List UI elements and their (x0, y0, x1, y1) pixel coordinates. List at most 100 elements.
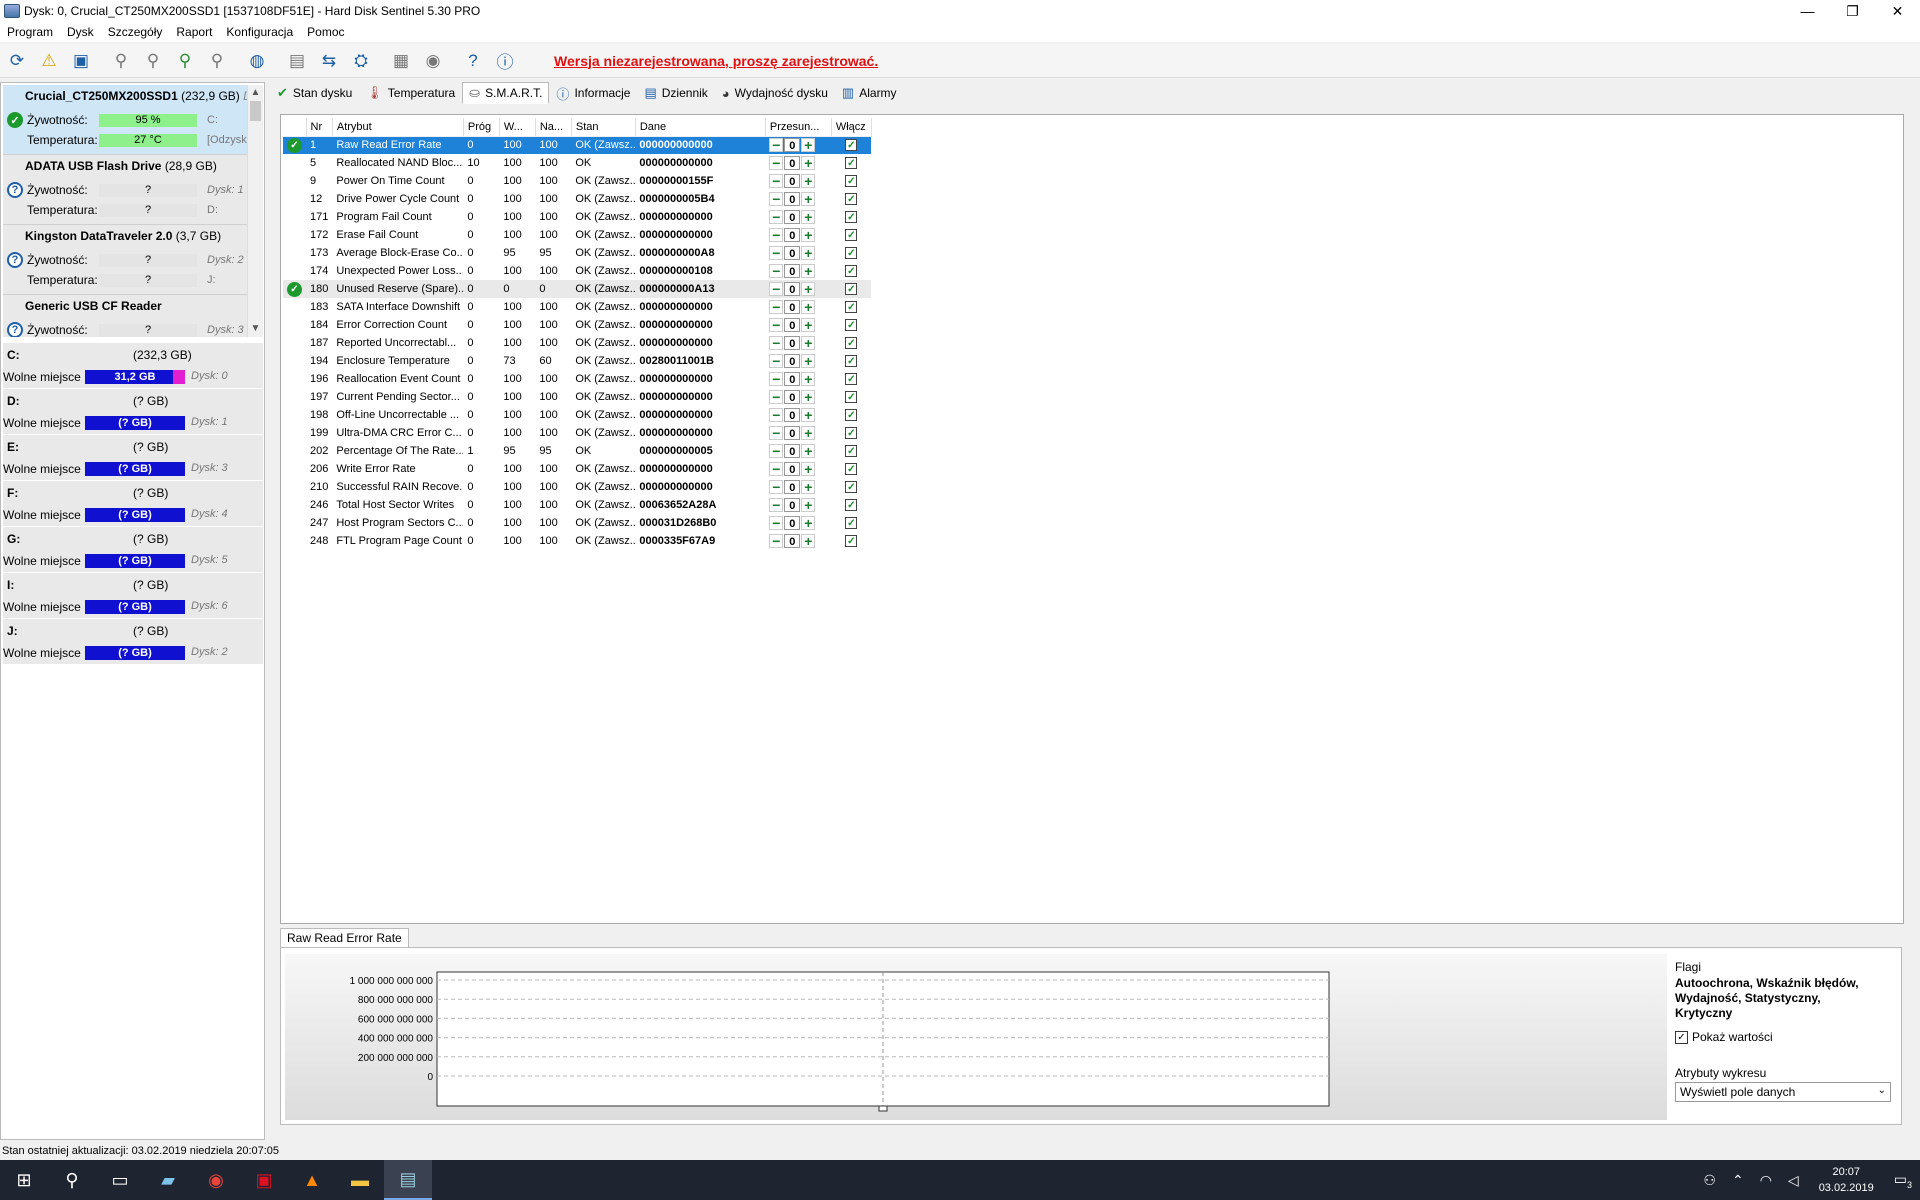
shift-value[interactable]: 0 (784, 425, 801, 440)
tab-alarmy[interactable]: ▥ Alarmy (835, 82, 904, 104)
col-attribute[interactable]: Atrybut (332, 118, 464, 137)
unregistered-link[interactable]: Wersja niezarejestrowana, proszę zarejes… (554, 53, 878, 69)
menu-pomoc[interactable]: Pomoc (300, 25, 351, 39)
preferences-icon[interactable]: ▦ (388, 48, 414, 74)
plus-icon[interactable]: + (801, 461, 816, 477)
minus-icon[interactable]: − (769, 425, 784, 441)
sound-icon[interactable]: ◉ (420, 48, 446, 74)
table-row[interactable]: 197 Current Pending Sector... 0 100 100 OK (Z… (283, 388, 871, 406)
shift-value[interactable]: 0 (784, 137, 801, 152)
refresh-icon[interactable]: ⟳ (4, 48, 30, 74)
magnifier-icon[interactable]: ⚲ (108, 48, 134, 74)
enable-checkbox[interactable]: ✓ (845, 373, 858, 385)
minus-icon[interactable]: − (769, 191, 784, 207)
windows-start-icon[interactable]: ⊞ (0, 1160, 48, 1200)
checkbox-check-icon[interactable]: ✓ (1675, 1030, 1688, 1044)
plus-icon[interactable]: + (801, 137, 816, 153)
table-row[interactable]: 9 Power On Time Count 0 100 100 OK (Zawsz... 0… (283, 172, 871, 190)
col-nr[interactable]: Nr (306, 118, 333, 137)
task-view-icon[interactable]: ▭ (96, 1160, 144, 1200)
tab-smart[interactable]: ⛀ S.M.A.R.T. (462, 82, 550, 104)
notification-icon[interactable]: ▭3 (1894, 1171, 1912, 1190)
plus-icon[interactable]: + (801, 353, 816, 369)
enable-checkbox[interactable]: ✓ (845, 409, 858, 421)
plus-icon[interactable]: + (801, 515, 816, 531)
minus-icon[interactable]: − (769, 281, 784, 297)
disk-item-1[interactable]: ADATA USB Flash Drive (28,9 GB) ? Żywotn… (3, 155, 263, 225)
report-icon[interactable]: ▤ (284, 48, 310, 74)
shift-value[interactable]: 0 (784, 245, 801, 260)
enable-checkbox[interactable]: ✓ (845, 301, 858, 313)
col-value[interactable]: W... (499, 118, 536, 137)
about-icon[interactable]: ⓘ (492, 48, 518, 74)
people-icon[interactable]: ⚇ (1703, 1172, 1716, 1189)
enable-checkbox[interactable]: ✓ (845, 157, 858, 169)
enable-checkbox[interactable]: ✓ (845, 499, 858, 511)
plus-icon[interactable]: + (801, 389, 816, 405)
table-row[interactable]: 5 Reallocated NAND Bloc... 10 100 100 OK 00000… (283, 154, 871, 172)
table-row[interactable]: 198 Off-Line Uncorrectable ... 0 100 100 OK (… (283, 406, 871, 424)
shift-value[interactable]: 0 (784, 227, 801, 242)
volume-item[interactable]: E: (? GB) Wolne miejsce (? GB) Dysk: 3 (3, 435, 263, 481)
short-test-icon[interactable]: ⚲ (172, 48, 198, 74)
vlc-icon[interactable]: ▲ (288, 1160, 336, 1200)
scroll-thumb[interactable] (250, 101, 261, 121)
minus-icon[interactable]: − (769, 461, 784, 477)
table-row[interactable]: 202 Percentage Of The Rate... 1 95 95 OK 00000… (283, 442, 871, 460)
table-row[interactable]: 171 Program Fail Count 0 100 100 OK (Zawsz...… (283, 208, 871, 226)
col-worst[interactable]: Na... (535, 118, 572, 137)
minus-icon[interactable]: − (769, 155, 784, 171)
disk-info-icon[interactable]: ▣ (68, 48, 94, 74)
plus-icon[interactable]: + (801, 497, 816, 513)
enable-checkbox[interactable]: ✓ (845, 445, 858, 457)
shift-value[interactable]: 0 (784, 155, 801, 170)
minus-icon[interactable]: − (769, 479, 784, 495)
plus-icon[interactable]: + (801, 299, 816, 315)
enable-checkbox[interactable]: ✓ (845, 211, 858, 223)
plus-icon[interactable]: + (801, 407, 816, 423)
table-row[interactable]: 187 Reported Uncorrectabl... 0 100 100 OK (Za… (283, 334, 871, 352)
minus-icon[interactable]: − (769, 335, 784, 351)
close-button[interactable]: ✕ (1875, 0, 1920, 22)
enable-checkbox[interactable]: ✓ (845, 247, 858, 259)
shift-value[interactable]: 0 (784, 407, 801, 422)
shift-value[interactable]: 0 (784, 299, 801, 314)
tab-dziennik[interactable]: ▤ Dziennik (637, 82, 714, 104)
enable-checkbox[interactable]: ✓ (845, 229, 858, 241)
enable-checkbox[interactable]: ✓ (845, 337, 858, 349)
shift-value[interactable]: 0 (784, 371, 801, 386)
enable-checkbox[interactable]: ✓ (845, 481, 858, 493)
minus-icon[interactable]: − (769, 299, 784, 315)
table-row[interactable]: 174 Unexpected Power Loss... 0 100 100 OK (Za… (283, 262, 871, 280)
shift-value[interactable]: 0 (784, 317, 801, 332)
table-row[interactable]: 196 Reallocation Event Count 0 100 100 OK (Za… (283, 370, 871, 388)
col-threshold[interactable]: Próg (463, 118, 500, 137)
plus-icon[interactable]: + (801, 533, 816, 549)
plus-icon[interactable]: + (801, 281, 816, 297)
plus-icon[interactable]: + (801, 263, 816, 279)
plus-icon[interactable]: + (801, 155, 816, 171)
app-red-icon[interactable]: ▣ (240, 1160, 288, 1200)
table-row[interactable]: 173 Average Block-Erase Co... 0 95 95 OK (Zaw… (283, 244, 871, 262)
col-state[interactable]: Stan (571, 118, 636, 137)
col-data[interactable]: Dane (635, 118, 766, 137)
plus-icon[interactable]: + (801, 443, 816, 459)
minus-icon[interactable]: − (769, 515, 784, 531)
shift-value[interactable]: 0 (784, 533, 801, 548)
enable-checkbox[interactable]: ✓ (845, 517, 858, 529)
file-explorer-icon[interactable]: ▬ (336, 1160, 384, 1200)
col-icon[interactable] (283, 118, 307, 137)
enable-checkbox[interactable]: ✓ (845, 265, 858, 277)
minus-icon[interactable]: − (769, 317, 784, 333)
tab-stan-dysku[interactable]: ✔ Stan dysku (270, 82, 359, 104)
shift-value[interactable]: 0 (784, 263, 801, 278)
plus-icon[interactable]: + (801, 317, 816, 333)
enable-checkbox[interactable]: ✓ (845, 139, 858, 152)
menu-konfiguracja[interactable]: Konfiguracja (219, 25, 300, 39)
plus-icon[interactable]: + (801, 173, 816, 189)
help-icon[interactable]: ? (460, 48, 486, 74)
network-icon[interactable]: ◠ (1760, 1172, 1772, 1189)
hard-disk-sentinel-task-icon[interactable]: ▤ (384, 1160, 432, 1200)
minus-icon[interactable]: − (769, 263, 784, 279)
plus-icon[interactable]: + (801, 425, 816, 441)
